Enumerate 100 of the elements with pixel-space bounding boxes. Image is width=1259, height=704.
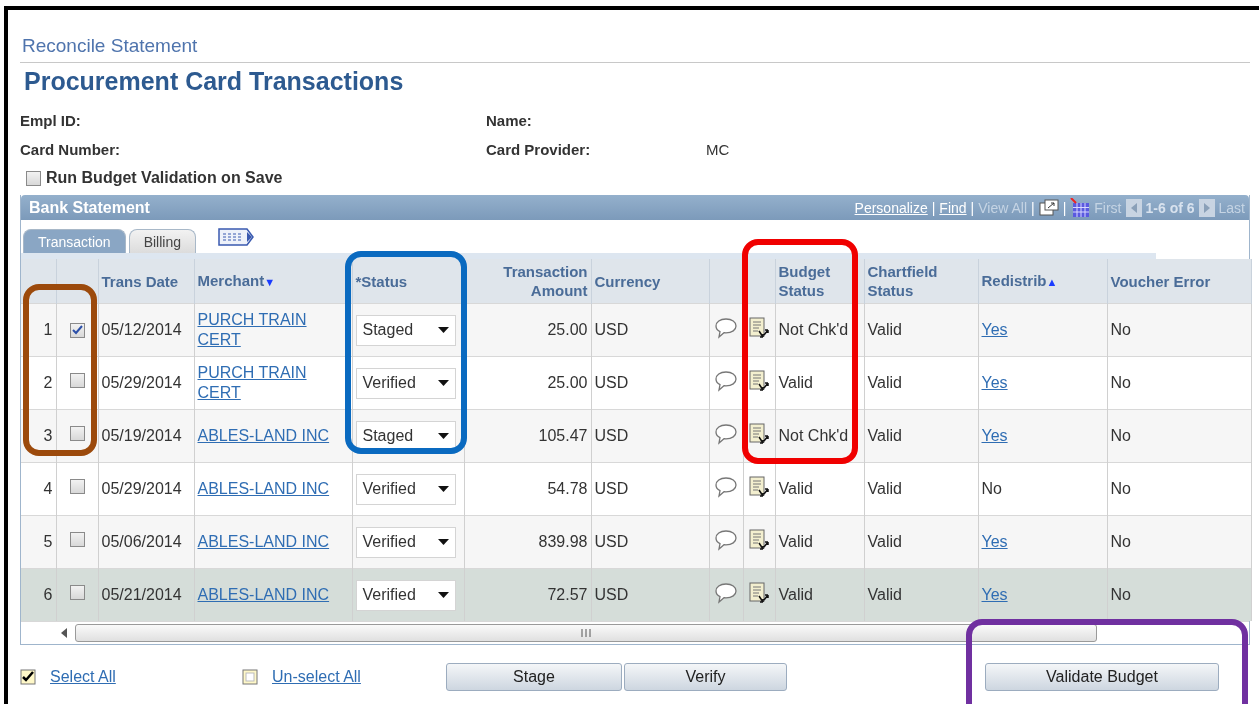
horizontal-scrollbar[interactable] <box>21 621 1249 644</box>
status-dropdown[interactable]: Verified <box>355 579 456 611</box>
redistrib-link[interactable]: Yes <box>981 373 1008 393</box>
merchant-link[interactable]: PURCH TRAIN CERT <box>197 310 349 350</box>
row-number: 5 <box>21 515 56 569</box>
field-label: Card Provider: <box>486 141 592 158</box>
merchant-link[interactable]: PURCH TRAIN CERT <box>197 363 349 403</box>
row-number: 1 <box>21 303 56 357</box>
stage-button[interactable]: Stage <box>446 663 622 691</box>
redistrib-link[interactable]: Yes <box>981 532 1008 552</box>
document-arrows-icon[interactable] <box>748 527 770 552</box>
row-checkbox[interactable] <box>69 426 85 441</box>
table-cell: USD <box>591 409 709 463</box>
table-cell: No <box>1107 356 1251 410</box>
table-cell: No <box>1107 568 1251 621</box>
caret-icon <box>437 486 449 492</box>
comment-icon[interactable] <box>714 369 738 392</box>
scroll-left-icon[interactable] <box>61 628 69 638</box>
verify-button[interactable]: Verify <box>624 663 787 691</box>
row-count: 1-6 of 6 <box>1145 199 1195 216</box>
zoom-icon[interactable] <box>1038 198 1059 217</box>
row-checkbox[interactable] <box>69 532 85 547</box>
table-cell: 05/19/2014 <box>98 409 194 463</box>
status-dropdown[interactable]: Verified <box>355 473 456 505</box>
table-cell: Not Chk'd <box>775 303 864 357</box>
row-checkbox[interactable] <box>69 479 85 494</box>
table-cell: Valid <box>864 462 978 516</box>
checkbox-label: Run Budget Validation on Save <box>46 169 283 187</box>
merchant-link[interactable]: ABLES-LAND INC <box>197 426 330 446</box>
redistrib-link[interactable]: Yes <box>981 426 1008 446</box>
select-link[interactable]: Un-select All <box>272 668 361 686</box>
checkbox[interactable] <box>26 170 41 186</box>
row-number: 3 <box>21 409 56 463</box>
status-dropdown[interactable]: Verified <box>355 367 456 399</box>
field-label: Empl ID: <box>20 112 82 129</box>
field-value: MC <box>706 141 731 158</box>
table-cell: No <box>1107 303 1251 357</box>
document-arrows-icon[interactable] <box>748 315 770 340</box>
column-header[interactable]: Transaction Amount <box>464 259 591 304</box>
table-cell: USD <box>591 303 709 357</box>
table-cell: 25.00 <box>464 303 591 357</box>
row-number: 2 <box>21 356 56 410</box>
table-cell: No <box>1107 462 1251 516</box>
column-header[interactable]: Budget Status <box>775 259 864 304</box>
status-dropdown[interactable]: Verified <box>355 526 456 558</box>
column-header[interactable]: Currency <box>591 259 709 304</box>
field-label: Name: <box>486 112 533 129</box>
grid-nav-link[interactable]: Personalize <box>854 199 928 216</box>
table-cell: No <box>1107 409 1251 463</box>
table-cell: 05/06/2014 <box>98 515 194 569</box>
comment-icon[interactable] <box>714 581 738 604</box>
row-number: 4 <box>21 462 56 516</box>
comment-icon[interactable] <box>714 528 738 551</box>
caret-icon <box>437 433 449 439</box>
table-cell: Valid <box>864 356 978 410</box>
table-cell: 839.98 <box>464 515 591 569</box>
sort-arrow[interactable]: ▲ <box>1046 275 1058 288</box>
comment-icon[interactable] <box>714 316 738 339</box>
empty-box-icon <box>242 669 258 685</box>
field-label: Card Number: <box>20 141 121 158</box>
redistrib-link[interactable]: Yes <box>981 320 1008 340</box>
comment-icon[interactable] <box>714 422 738 445</box>
column-header[interactable]: Merchant▼ <box>194 259 352 304</box>
checked-box-icon <box>20 669 36 685</box>
caret-icon <box>437 539 449 545</box>
table-cell: 105.47 <box>464 409 591 463</box>
column-header[interactable]: Trans Date <box>98 259 194 304</box>
page-title: Procurement Card Transactions <box>24 67 405 97</box>
column-header[interactable]: Chartfield Status <box>864 259 978 304</box>
table-cell: 54.78 <box>464 462 591 516</box>
merchant-link[interactable]: ABLES-LAND INC <box>197 532 330 552</box>
row-checkbox[interactable] <box>69 373 85 388</box>
show-all-columns-icon[interactable] <box>217 227 255 247</box>
table-cell: Valid <box>864 409 978 463</box>
select-link[interactable]: Select All <box>50 668 116 686</box>
table-cell: USD <box>591 515 709 569</box>
document-arrows-icon[interactable] <box>748 580 770 605</box>
row-checkbox[interactable] <box>69 585 85 600</box>
merchant-link[interactable]: ABLES-LAND INC <box>197 585 330 605</box>
status-dropdown[interactable]: Staged <box>355 314 456 346</box>
document-arrows-icon[interactable] <box>748 421 770 446</box>
tab[interactable]: Billing <box>128 229 196 253</box>
column-header[interactable]: *Status <box>352 259 464 304</box>
redistrib-value: No <box>981 480 1002 497</box>
document-arrows-icon[interactable] <box>748 474 770 499</box>
column-header[interactable]: Redistrib▲ <box>978 259 1107 304</box>
comment-icon[interactable] <box>714 475 738 498</box>
table-cell: USD <box>591 462 709 516</box>
table-cell: Valid <box>864 515 978 569</box>
merchant-link[interactable]: ABLES-LAND INC <box>197 479 330 499</box>
table-cell: 25.00 <box>464 356 591 410</box>
spreadsheet-icon[interactable] <box>1070 197 1091 218</box>
redistrib-link[interactable]: Yes <box>981 585 1008 605</box>
validate-budget-button[interactable]: Validate Budget <box>985 663 1219 691</box>
column-header[interactable]: Voucher Error <box>1107 259 1251 304</box>
table-cell: USD <box>591 356 709 410</box>
row-checkbox[interactable] <box>69 322 85 338</box>
sort-arrow[interactable]: ▼ <box>264 275 276 288</box>
caret-icon <box>437 592 449 598</box>
document-arrows-icon[interactable] <box>748 368 770 393</box>
